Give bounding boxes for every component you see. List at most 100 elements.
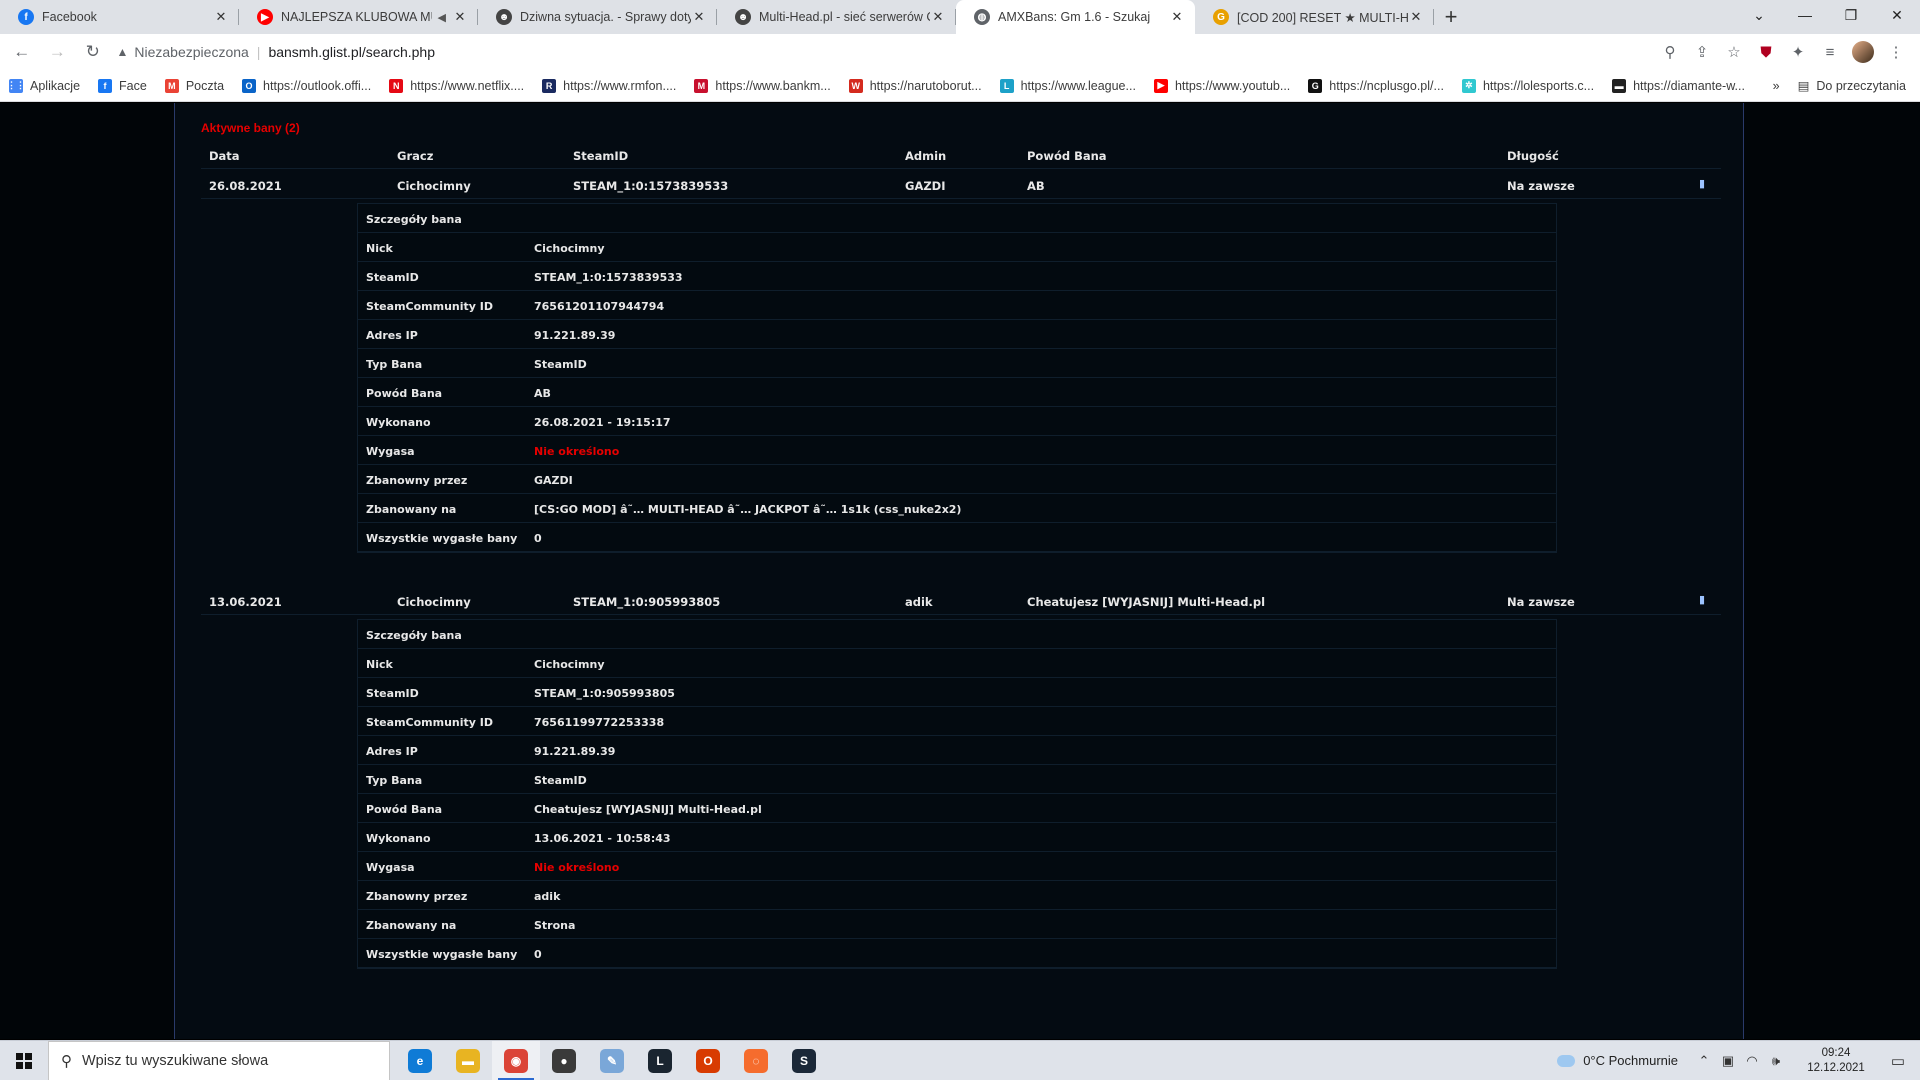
bookmark-star-icon[interactable]: ☆	[1718, 38, 1750, 66]
address-bar[interactable]: ▲ Niezabezpieczona | bansmh.glist.pl/sea…	[117, 38, 1654, 66]
reading-list-icon[interactable]: ▤	[1798, 78, 1810, 93]
close-window-icon[interactable]: ✕	[1874, 0, 1920, 30]
multihead-icon: ☻	[735, 9, 751, 25]
tab-5[interactable]: ◍ AMXBans: Gm 1.6 - Szukaj ✕	[956, 0, 1195, 34]
close-tab-icon[interactable]: ✕	[1408, 9, 1424, 25]
detail-row: SteamCommunity ID 76561199772253338	[358, 707, 1556, 736]
speaker-icon[interactable]: ◀	[438, 11, 446, 24]
bookmark-item[interactable]: f Face	[89, 78, 156, 93]
bookmark-item[interactable]: Ohttps://outlook.offi...	[233, 78, 380, 93]
warning-icon[interactable]: ▲	[117, 45, 129, 59]
volume-icon[interactable]: 🕪	[1764, 1053, 1788, 1069]
tablet-icon[interactable]: ▣	[1716, 1053, 1740, 1069]
edge-icon: e	[408, 1048, 432, 1073]
bookmark-item[interactable]: ▬ https://diamante-w...	[1603, 78, 1754, 93]
more-bookmarks-icon[interactable]: »	[1773, 79, 1780, 93]
close-tab-icon[interactable]: ✕	[213, 9, 229, 25]
tab-6[interactable]: G [COD 200] RESET ★ MULTI-HEAD✕	[1195, 0, 1434, 34]
close-tab-icon[interactable]: ✕	[691, 9, 707, 25]
tab-2[interactable]: ▶ NAJLEPSZA KLUBOWA MUZ ◀ ✕	[239, 0, 478, 34]
share-icon[interactable]: ⇪	[1686, 38, 1718, 66]
taskbar-app[interactable]: e	[396, 1041, 444, 1080]
bookmark-label: https://www.bankm...	[715, 78, 831, 93]
detail-value: STEAM_1:0:905993805	[534, 687, 675, 700]
detail-value: Cheatujesz [WYJASNIJ] Multi-Head.pl	[534, 803, 762, 816]
notifications-icon[interactable]: ▭	[1876, 1041, 1920, 1080]
bookmark-item[interactable]: Ghttps://ncplusgo.pl/...	[1299, 78, 1453, 93]
bookmark-item[interactable]: ⋮⋮ Aplikacje	[0, 78, 89, 93]
bookmark-item[interactable]: ▶ https://www.youtub...	[1145, 78, 1299, 93]
taskbar-app[interactable]: S	[780, 1041, 828, 1080]
league-icon: L	[999, 78, 1014, 93]
bookmark-label: https://lolesports.c...	[1482, 78, 1595, 93]
taskbar-app[interactable]: ●	[540, 1041, 588, 1080]
minimize-icon[interactable]: —	[1782, 0, 1828, 30]
taskbar-search[interactable]: ⚲ Wpisz tu wyszukiwane słowa	[48, 1040, 390, 1080]
clock[interactable]: 09:24 12.12.2021	[1796, 1046, 1876, 1076]
detail-row: Adres IP 91.221.89.39	[358, 320, 1556, 349]
wifi-icon[interactable]: ◠	[1740, 1053, 1764, 1069]
zoom-icon[interactable]: ⚲	[1654, 38, 1686, 66]
close-tab-icon[interactable]: ✕	[1169, 9, 1185, 25]
taskbar-app[interactable]: ◉	[492, 1040, 540, 1080]
column-header: Długość	[1507, 149, 1559, 163]
close-tab-icon[interactable]: ✕	[930, 9, 946, 25]
details-title: Szczegóły bana	[366, 629, 462, 642]
detail-label: Wykonano	[366, 832, 431, 845]
tab-1[interactable]: f Facebook ✕	[0, 0, 239, 34]
bookmark-item[interactable]: Nhttps://www.netflix....	[380, 78, 533, 93]
clock-time: 09:24	[1821, 1046, 1851, 1059]
tab-4[interactable]: ☻ Multi-Head.pl - sieć serwerów CS ✕	[717, 0, 956, 34]
weather-widget[interactable]: 0°C Pochmurnie	[1557, 1053, 1678, 1068]
document-icon[interactable]: ▮	[1699, 593, 1705, 606]
file-explorer-icon: ▬	[456, 1048, 480, 1073]
column-header: SteamID	[573, 149, 629, 163]
bookmark-item[interactable]: ✲ https://lolesports.c...	[1453, 78, 1603, 93]
bookmark-item[interactable]: M Poczta	[156, 78, 233, 93]
close-tab-icon[interactable]: ✕	[452, 9, 468, 25]
globe-icon: ◍	[974, 9, 990, 25]
detail-value: 91.221.89.39	[534, 745, 616, 758]
detail-label: Zbanowny przez	[366, 890, 468, 903]
forward-icon[interactable]: →	[44, 38, 72, 66]
bookmark-item[interactable]: Mhttps://www.bankm...	[685, 78, 839, 93]
security-label[interactable]: Niezabezpieczona	[134, 44, 248, 60]
taskbar-app[interactable]: ✎	[588, 1041, 636, 1080]
tab-search-icon[interactable]: ⌄	[1736, 0, 1782, 30]
ban-row[interactable]: 26.08.2021 Cichocimny STEAM_1:0:1573839533…	[201, 171, 1721, 199]
bookmark-label: https://www.league...	[1020, 78, 1136, 93]
taskbar-app[interactable]: ◌	[732, 1041, 780, 1080]
tab-3[interactable]: ☻ Dziwna sytuacja. - Sprawy dotycz ✕	[478, 0, 717, 34]
office-icon: O	[696, 1048, 720, 1073]
column-header: Gracz	[397, 149, 434, 163]
media-control-icon[interactable]: ≡	[1814, 38, 1846, 66]
detail-label: Wykonano	[366, 416, 431, 429]
detail-label: Powód Bana	[366, 803, 443, 816]
start-button[interactable]	[0, 1041, 48, 1080]
new-tab-icon[interactable]: +	[1434, 0, 1468, 34]
url-text[interactable]: bansmh.glist.pl/search.php	[268, 44, 435, 60]
document-icon[interactable]: ▮	[1699, 177, 1705, 190]
taskbar-app[interactable]: L	[636, 1041, 684, 1080]
taskbar-app[interactable]: ▬	[444, 1041, 492, 1080]
weather-text: 0°C Pochmurnie	[1583, 1053, 1678, 1068]
detail-value: GAZDI	[534, 474, 573, 487]
ublock-icon[interactable]: ⛊	[1750, 38, 1782, 66]
bookmark-item[interactable]: Whttps://narutoborut...	[840, 78, 991, 93]
detail-row: Wszystkie wygasłe bany 0	[358, 939, 1556, 968]
taskbar-app[interactable]: O	[684, 1041, 732, 1080]
gmail-icon: M	[164, 78, 179, 93]
bookmark-item[interactable]: Rhttps://www.rmfon....	[533, 78, 685, 93]
chevron-up-icon[interactable]: ⌃	[1692, 1053, 1716, 1069]
steam-icon: S	[792, 1048, 816, 1073]
bookmark-item[interactable]: Lhttps://www.league...	[991, 78, 1145, 93]
restore-icon[interactable]: ❐	[1828, 0, 1874, 30]
menu-icon[interactable]: ⋮	[1880, 38, 1912, 66]
profile-avatar[interactable]	[1852, 41, 1874, 63]
facebook-icon: f	[18, 9, 34, 25]
reading-list-button[interactable]: Do przeczytania	[1816, 79, 1906, 93]
back-icon[interactable]: ←	[8, 38, 36, 66]
reload-icon[interactable]: ↻	[79, 38, 107, 66]
ban-row[interactable]: 13.06.2021 Cichocimny STEAM_1:0:905993805 a…	[201, 587, 1721, 615]
extensions-icon[interactable]: ✦	[1782, 38, 1814, 66]
